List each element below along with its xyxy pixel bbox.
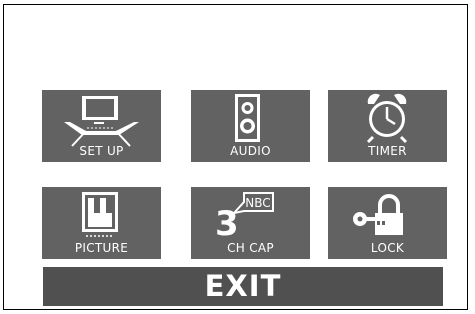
audio-button[interactable]: AUDIO — [191, 90, 310, 162]
exit-button[interactable]: EXIT — [43, 267, 443, 306]
timer-button[interactable]: TIMER — [328, 90, 447, 162]
audio-label: AUDIO — [230, 144, 271, 158]
lock-button[interactable]: LOCK — [328, 187, 447, 259]
ch-cap-label: CH CAP — [227, 241, 274, 255]
channel-number-text: 3 — [215, 204, 239, 244]
picture-button[interactable]: PICTURE — [42, 187, 161, 259]
ch-cap-button[interactable]: 3 NBC CH CAP — [191, 187, 310, 259]
timer-label: TIMER — [368, 144, 407, 158]
picture-label: PICTURE — [74, 241, 129, 255]
setup-label: SET UP — [79, 144, 124, 158]
lock-label: LOCK — [370, 241, 405, 255]
setup-button[interactable]: SET UP — [42, 90, 161, 162]
network-name-text: NBC — [245, 196, 270, 210]
